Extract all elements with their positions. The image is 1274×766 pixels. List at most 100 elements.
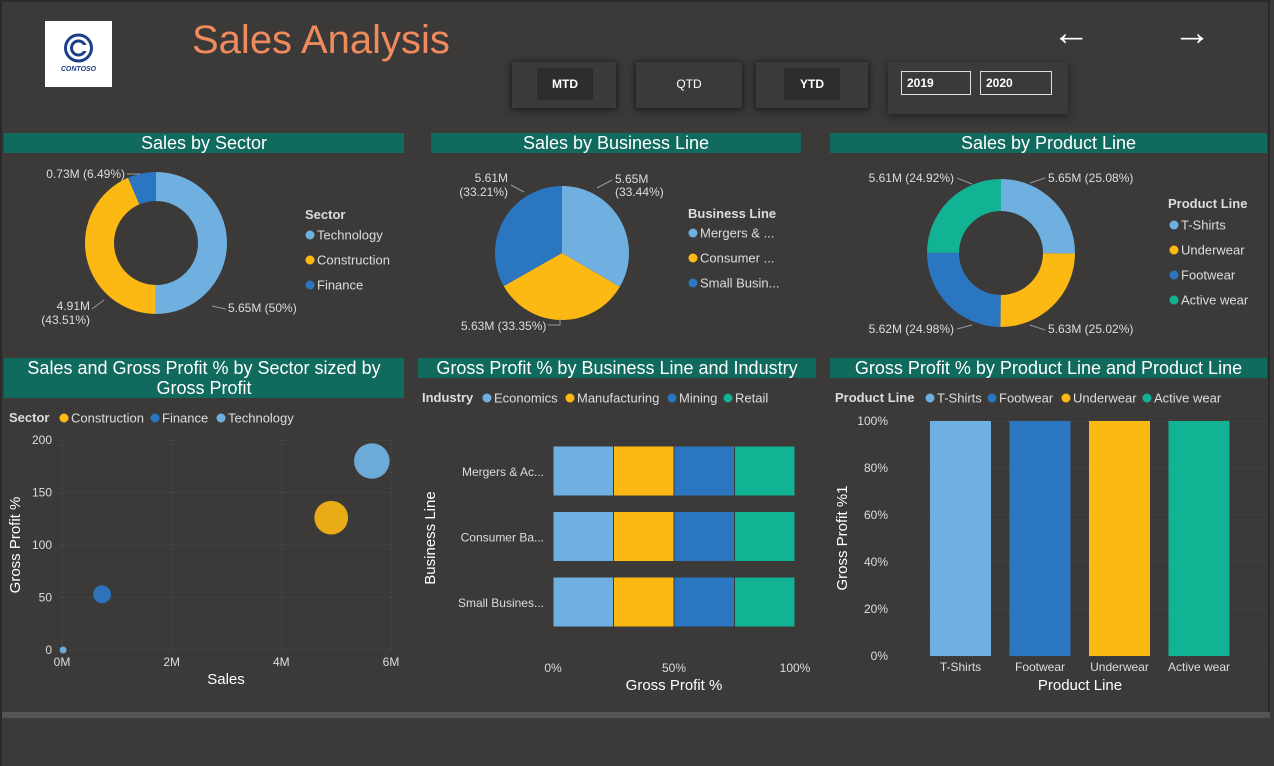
sector-legend-0-label: Technology	[317, 228, 383, 243]
stacked-bar-2-3	[734, 576, 796, 628]
column-legend-2-label: Underwear	[1073, 391, 1137, 406]
column-bar-3	[1168, 421, 1230, 656]
sector-label-construction-pct: (43.51%)	[41, 313, 90, 327]
sector-label-construction-value: 4.91M	[57, 299, 90, 313]
stacked-bar-0-2	[673, 445, 735, 497]
column-bar-0	[930, 421, 991, 656]
stacked-legend-0-marker	[482, 393, 492, 403]
business-legend-0-label: Mergers & ...	[700, 226, 774, 241]
stacked-bar-1-1	[613, 511, 675, 562]
product-donut-slice-2	[927, 252, 1001, 327]
product-label-tshirts: 5.65M (25.08%)	[1048, 171, 1133, 185]
sector-leader-construction	[91, 299, 105, 310]
stacked-legend-2-marker	[667, 393, 677, 403]
sector-leader-technology	[211, 305, 227, 310]
scatter-point-3	[59, 646, 67, 654]
sector-donut-slice-0	[155, 172, 228, 314]
product-donut-slice-0	[1001, 179, 1075, 254]
sector-legend-1-marker	[305, 255, 315, 265]
stacked-bar-2-1	[613, 576, 675, 628]
column-legend-2-marker	[1061, 393, 1071, 403]
column-ytick-3: 60%	[864, 508, 888, 522]
business-legend-1-label: Consumer ...	[700, 251, 774, 266]
product-legend-0-label: T-Shirts	[1181, 218, 1226, 233]
column-category-3: Active wear	[1168, 660, 1230, 674]
product-label-underwear: 5.63M (25.02%)	[1048, 322, 1133, 336]
product-donut-slice-3	[927, 179, 1001, 253]
product-legend-3-marker	[1169, 295, 1179, 305]
column-legend-0-label: T-Shirts	[937, 391, 982, 406]
business-leader-mergers	[596, 179, 613, 189]
bottom-bar	[2, 712, 1270, 766]
column-legend-title: Product Line	[835, 390, 914, 405]
business-label-small-pct: (33.21%)	[459, 185, 508, 199]
stacked-legend-3-label: Retail	[735, 391, 768, 406]
stacked-bar-2-2	[673, 576, 735, 628]
column-ytick-0: 0%	[871, 649, 889, 663]
business-legend-2-label: Small Busin...	[700, 276, 779, 291]
business-label-consumer: 5.63M (33.35%)	[461, 319, 546, 333]
sector-legend-1-label: Construction	[317, 253, 390, 268]
stacked-xtick-0: 0%	[544, 661, 562, 675]
product-leader-underwear	[1029, 324, 1046, 331]
business-legend-2-marker	[688, 278, 698, 288]
scatter-point-0	[354, 443, 390, 479]
stacked-category-1: Consumer Ba...	[461, 531, 544, 545]
scatter-y-axis-label: Gross Profit %	[7, 497, 24, 594]
sector-label-technology: 5.65M (50%)	[228, 301, 297, 315]
stacked-xtick-1: 50%	[662, 661, 686, 675]
stacked-bar-1-2	[673, 511, 735, 562]
stacked-category-0: Mergers & Ac...	[462, 465, 544, 479]
scatter-legend-1-label: Finance	[162, 411, 208, 426]
column-legend-1-label: Footwear	[999, 391, 1054, 406]
product-label-activewear: 5.61M (24.92%)	[869, 171, 954, 185]
product-leader-footwear	[956, 324, 973, 330]
scatter-point-1	[314, 500, 349, 535]
stacked-legend-title: Industry	[422, 390, 474, 405]
scatter-x-axis-label: Sales	[207, 671, 245, 688]
sector-legend-0-marker	[305, 230, 315, 240]
product-legend-3-label: Active wear	[1181, 293, 1249, 308]
stacked-bar-0-3	[734, 445, 796, 497]
column-category-1: Footwear	[1015, 660, 1065, 674]
column-legend-1-marker	[987, 393, 997, 403]
business-leader-small	[510, 184, 525, 193]
stacked-legend-0-label: Economics	[494, 391, 558, 406]
scatter-ytick-4: 200	[32, 433, 52, 447]
stacked-bar-2-0	[552, 576, 614, 628]
sector-legend-2-label: Finance	[317, 278, 363, 293]
business-legend-title: Business Line	[688, 206, 776, 221]
sector-label-finance: 0.73M (6.49%)	[46, 167, 125, 181]
stacked-bar-1-0	[552, 511, 614, 562]
stacked-legend-2-label: Mining	[679, 391, 717, 406]
column-category-0: T-Shirts	[940, 660, 981, 674]
stacked-x-axis-label: Gross Profit %	[626, 677, 723, 694]
column-ytick-1: 20%	[864, 602, 888, 616]
sector-legend-title: Sector	[305, 207, 345, 222]
column-legend-0-marker	[925, 393, 935, 403]
stacked-legend-1-marker	[565, 393, 575, 403]
scatter-legend-1-marker	[150, 413, 160, 423]
column-x-axis-label: Product Line	[1038, 677, 1122, 694]
stacked-y-axis-label: Business Line	[422, 491, 439, 584]
scatter-ytick-2: 100	[32, 538, 52, 552]
charts-canvas: 5.65M (50%) 4.91M(43.51%) 0.73M (6.49%) Sec…	[7, 167, 1267, 694]
product-leader-tshirts	[1029, 177, 1046, 184]
product-legend-0-marker	[1169, 220, 1179, 230]
product-legend-1-marker	[1169, 245, 1179, 255]
business-label-mergers-pct: (33.44%)	[615, 185, 664, 199]
product-legend-title: Product Line	[1168, 196, 1247, 211]
stacked-bar-1-3	[734, 511, 796, 562]
column-category-2: Underwear	[1090, 660, 1149, 674]
scatter-legend-2-label: Technology	[228, 411, 294, 426]
column-bar-2	[1089, 421, 1150, 656]
stacked-category-2: Small Busines...	[458, 596, 544, 610]
scatter-ytick-0: 0	[45, 643, 52, 657]
scatter-xtick-3: 6M	[383, 655, 400, 669]
product-donut-slice-1	[1000, 253, 1075, 327]
column-y-axis-label: Gross Profit %1	[834, 485, 851, 590]
business-legend-1-marker	[688, 253, 698, 263]
column-bar-1	[1009, 421, 1071, 656]
product-legend-2-label: Footwear	[1181, 268, 1236, 283]
product-leader-activewear	[956, 177, 973, 185]
